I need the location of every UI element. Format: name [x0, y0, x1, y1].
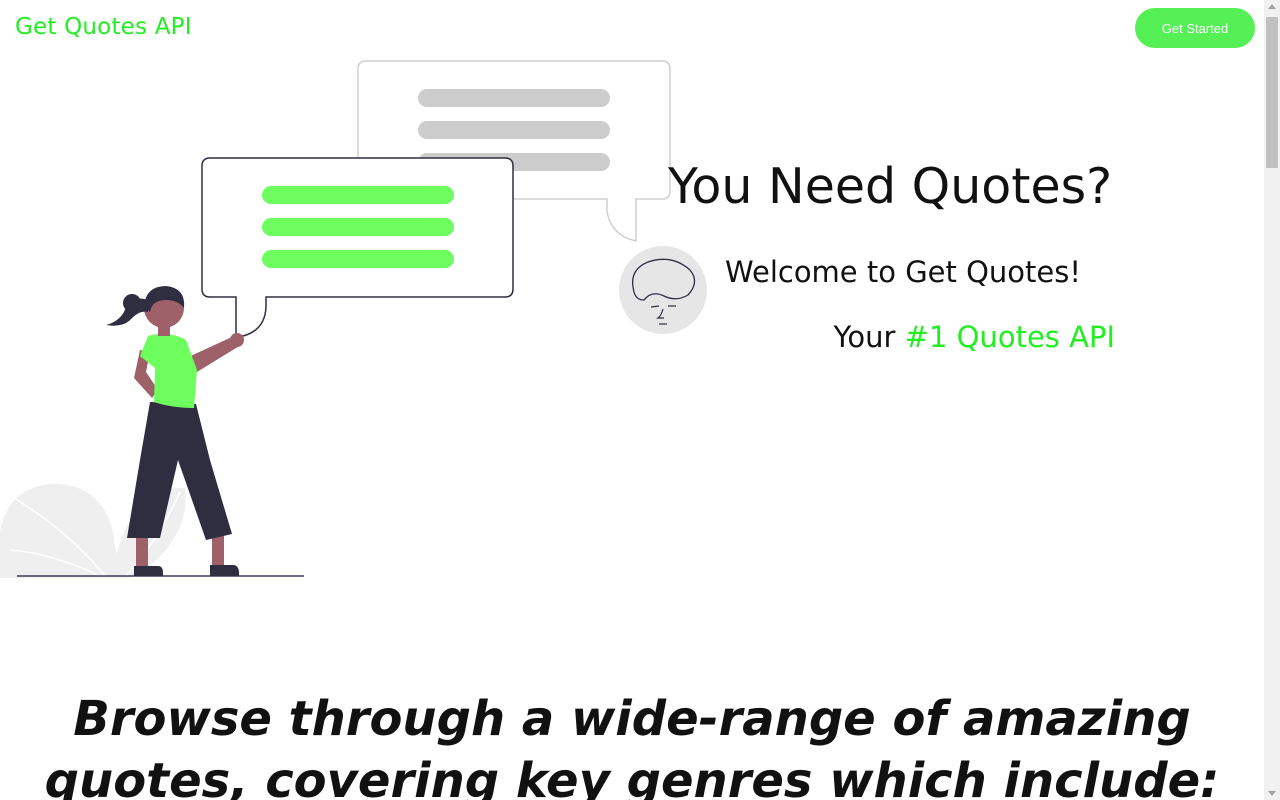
scrollbar-thumb[interactable]	[1266, 17, 1278, 168]
vertical-scrollbar[interactable]	[1264, 0, 1280, 800]
tagline-prefix: Your	[833, 320, 896, 354]
tagline-accent: #1 Quotes API	[904, 320, 1115, 354]
welcome-text: Welcome to Get Quotes!	[725, 255, 1082, 289]
face-sketch-avatar-icon	[619, 246, 707, 334]
scroll-up-arrow-icon[interactable]	[1268, 4, 1276, 9]
page: Get Quotes API Get Started You Need Quot…	[0, 0, 1264, 800]
hero-illustration	[0, 60, 707, 578]
hero-title: You Need Quotes?	[668, 158, 1113, 215]
speech-bubble-green	[201, 157, 514, 337]
browse-heading: Browse through a wide-range of amazing q…	[44, 691, 1220, 800]
tagline: Your #1 Quotes API	[834, 320, 1115, 354]
scroll-down-arrow-icon[interactable]	[1268, 791, 1276, 796]
get-started-button[interactable]: Get Started	[1135, 8, 1255, 48]
brand-logo-link[interactable]: Get Quotes API	[15, 14, 192, 40]
